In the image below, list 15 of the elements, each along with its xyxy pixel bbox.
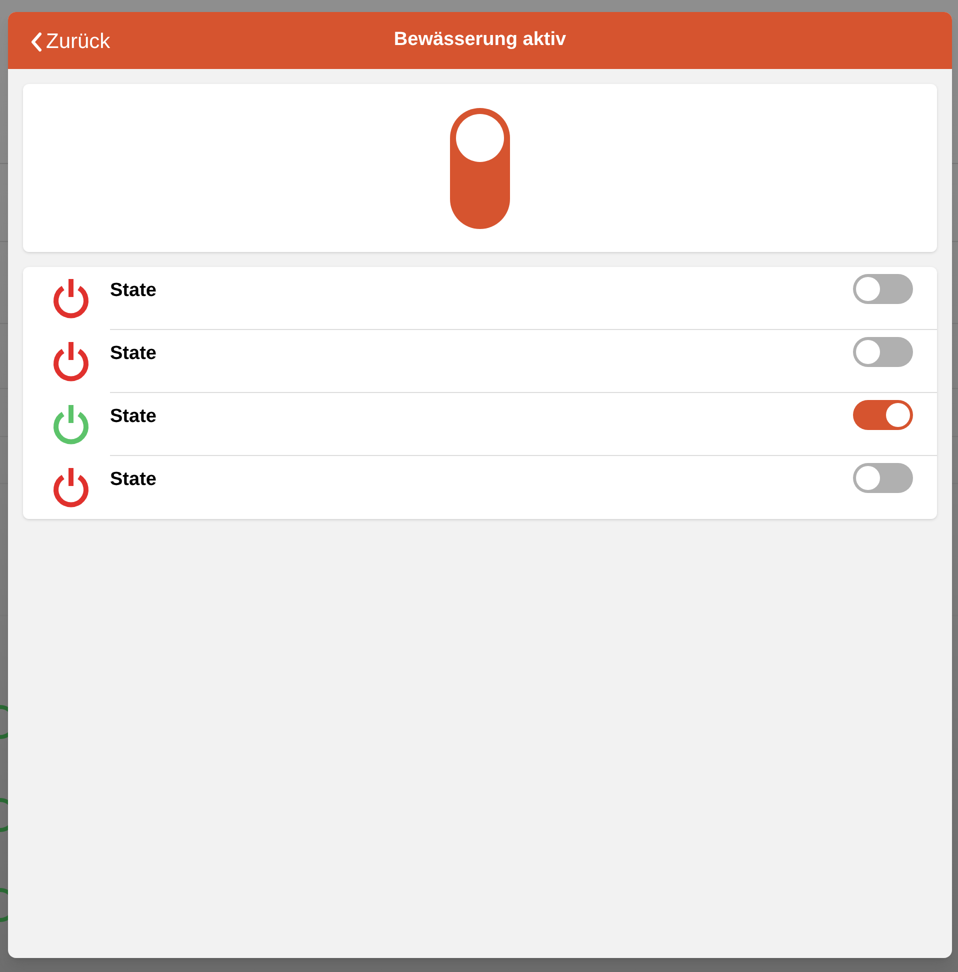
toggle-switch[interactable]	[853, 400, 913, 430]
back-button[interactable]: Zurück	[30, 26, 110, 58]
back-chevron-icon	[30, 32, 42, 52]
ring-icon	[0, 888, 8, 922]
header-title: Bewässerung aktiv	[394, 28, 566, 52]
state-label: State	[110, 468, 156, 492]
ring-icon	[0, 798, 8, 832]
toggle-switch[interactable]	[853, 463, 913, 493]
state-label: State	[110, 342, 156, 366]
toggle-switch[interactable]	[853, 274, 913, 304]
toggle-switch[interactable]	[853, 337, 913, 367]
vertical-toggle[interactable]	[450, 108, 510, 228]
state-label: State	[110, 279, 156, 303]
state-label: State	[110, 405, 156, 429]
ring-icon	[0, 705, 8, 739]
